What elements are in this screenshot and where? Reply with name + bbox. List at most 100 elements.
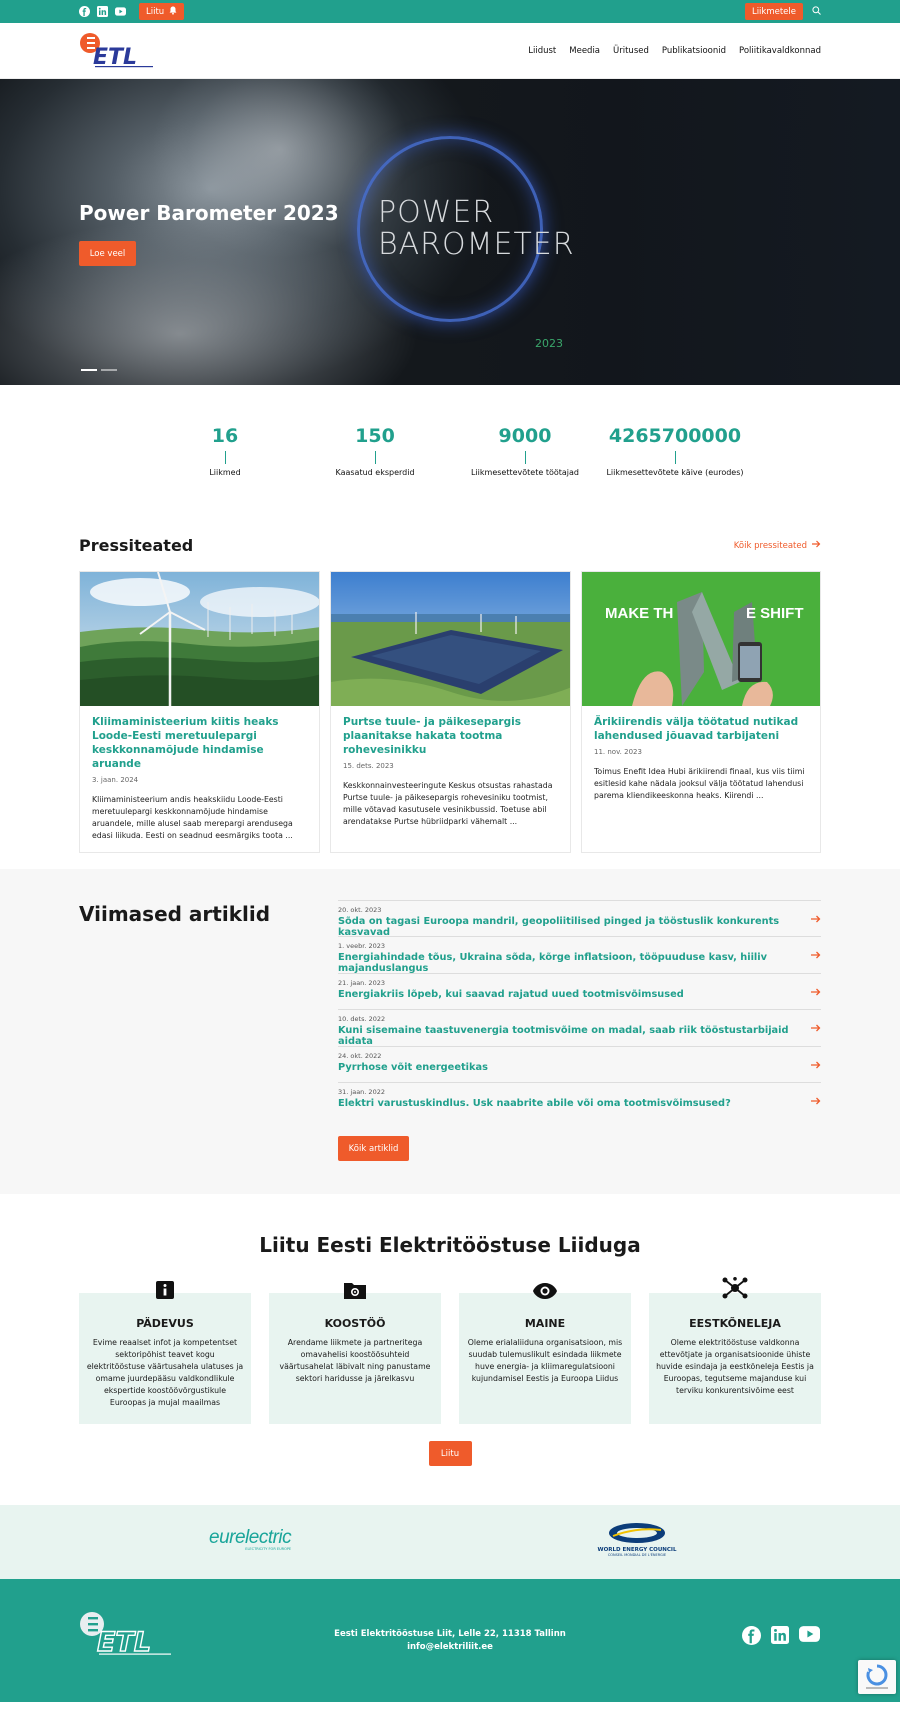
- feature-name: KOOSTÖÖ: [324, 1317, 386, 1330]
- all-press-label: Kõik pressiteated: [733, 540, 807, 551]
- arrow-right-icon[interactable]: [811, 951, 821, 962]
- articles-title: Viimased artiklid: [79, 902, 271, 926]
- press-card[interactable]: Kliimaministeerium kiitis heaks Loode-Ee…: [79, 571, 320, 853]
- youtube-icon[interactable]: [799, 1626, 820, 1648]
- stat-value: 150: [355, 425, 395, 447]
- nav-item-poliitikavaldkonnad[interactable]: Poliitikavaldkonnad: [739, 46, 821, 56]
- press-card-title[interactable]: Ärikiirendis välja töötatud nutikad lahe…: [594, 715, 808, 743]
- all-articles-button[interactable]: Kõik artiklid: [338, 1136, 409, 1162]
- stat-label: Liikmesettevõtete käive (eurodes): [606, 468, 744, 477]
- linkedin-icon[interactable]: [97, 6, 108, 17]
- stat-item: 9000 Liikmesettevõtete töötajad: [450, 425, 600, 495]
- stat-item: 16 Liikmed: [150, 425, 300, 495]
- slider-dot[interactable]: [81, 369, 97, 371]
- feature-name: PÄDEVUS: [136, 1317, 194, 1330]
- stats-section: 16 Liikmed 150 Kaasatud eksperdid 9000 L…: [0, 385, 900, 495]
- feature-text: Oleme erialaliiduna organisatsioon, mis …: [467, 1338, 623, 1383]
- solar-park-image: [331, 572, 570, 706]
- partners-strip: eurelectric ELECTRICITY FOR EUROPE WORLD…: [0, 1505, 900, 1579]
- article-title[interactable]: Sõda on tagasi Euroopa mandril, geopolii…: [338, 916, 821, 938]
- arrow-right-icon[interactable]: [811, 988, 821, 999]
- feature-text: Oleme elektritööstuse valdkonna ettevõtj…: [656, 1338, 814, 1395]
- feature-card: EESTKÕNELEJA Oleme elektritööstuse valdk…: [649, 1277, 821, 1424]
- main-nav: Liidust Meedia Üritused Publikatsioonid …: [528, 46, 821, 56]
- articles-section: Viimased artiklid 20. okt. 2023 Sõda on …: [0, 869, 900, 1194]
- wec-globe-icon: [609, 1523, 665, 1543]
- press-card-title[interactable]: Purtse tuule- ja päikesepargis plaanitak…: [343, 715, 558, 757]
- recaptcha-badge[interactable]: [858, 1660, 896, 1694]
- article-item[interactable]: 31. jaan. 2022 Elektri varustuskindlus. …: [338, 1081, 821, 1118]
- world-energy-council-logo[interactable]: WORLD ENERGY COUNCIL CONSEIL MONDIAL DE …: [591, 1522, 683, 1557]
- press-card-title[interactable]: Kliimaministeerium kiitis heaks Loode-Ee…: [92, 715, 307, 771]
- arrow-right-icon[interactable]: [811, 915, 821, 926]
- top-social-links: Liitu: [79, 3, 185, 20]
- article-item[interactable]: 24. okt. 2022 Pyrrhose võit energeetikas: [338, 1045, 821, 1082]
- stat-value: 4265700000: [608, 425, 742, 447]
- press-card[interactable]: Purtse tuule- ja päikesepargis plaanitak…: [330, 571, 571, 853]
- article-item[interactable]: 1. veebr. 2023 Energiahindade tõus, Ukra…: [338, 936, 821, 974]
- feature-text: Arendame liikmete ja partneritega omavah…: [279, 1338, 431, 1383]
- nav-item-liidust[interactable]: Liidust: [528, 46, 556, 56]
- press-section: Pressiteated Kõik pressiteated Kliimamin…: [0, 495, 900, 853]
- search-icon[interactable]: [812, 5, 821, 18]
- articles-list: 20. okt. 2023 Sõda on tagasi Euroopa man…: [338, 900, 821, 1162]
- youtube-icon[interactable]: [115, 6, 126, 17]
- stat-divider: [524, 451, 526, 464]
- nav-item-publikatsioonid[interactable]: Publikatsioonid: [662, 46, 726, 56]
- all-press-link[interactable]: Kõik pressiteated: [734, 540, 821, 551]
- article-item[interactable]: 20. okt. 2023 Sõda on tagasi Euroopa man…: [338, 900, 821, 938]
- article-date: 1. veebr. 2023: [338, 942, 385, 951]
- article-title[interactable]: Pyrrhose võit energeetikas: [338, 1062, 821, 1073]
- join-title: Liitu Eesti Elektritööstuse Liiduga: [259, 1233, 641, 1257]
- hero-graphic-year: 2023: [535, 337, 563, 350]
- hero-slider: POWER BAROMETER 2023 Power Barometer 202…: [0, 79, 900, 385]
- nav-item-meedia[interactable]: Meedia: [569, 46, 600, 56]
- arrow-right-icon[interactable]: [811, 1061, 821, 1072]
- linkedin-icon[interactable]: [771, 1626, 789, 1648]
- hero-graphic-power: POWER: [378, 195, 495, 230]
- article-date: 10. dets. 2022: [338, 1015, 386, 1024]
- stat-item: 4265700000 Liikmesettevõtete käive (euro…: [600, 425, 750, 495]
- recaptcha-icon: [866, 1664, 888, 1689]
- join-button[interactable]: Liitu: [428, 1441, 472, 1466]
- etl-logo[interactable]: ETL: [79, 31, 157, 71]
- press-title: Pressiteated: [79, 536, 194, 555]
- stat-label: Liikmesettevõtete töötajad: [471, 468, 579, 477]
- article-item[interactable]: 10. dets. 2022 Kuni sisemaine taastuvene…: [338, 1009, 821, 1047]
- eurelectric-wordmark: eurelectric: [209, 1527, 292, 1548]
- nav-item-uritused[interactable]: Üritused: [613, 46, 649, 56]
- arrow-right-icon: [812, 540, 821, 551]
- image-text-left: MAKE TH: [605, 605, 674, 622]
- stat-divider: [374, 451, 376, 464]
- article-date: 24. okt. 2022: [338, 1051, 382, 1060]
- article-title[interactable]: Energiakriis lõpeb, kui saavad rajatud u…: [338, 989, 821, 1000]
- arrow-right-icon[interactable]: [811, 1097, 821, 1108]
- article-date: 21. jaan. 2023: [338, 978, 385, 987]
- press-card[interactable]: MAKE TH E SHIFT Ärikiirendis välja tööta…: [581, 571, 821, 853]
- facebook-icon[interactable]: [742, 1626, 761, 1648]
- feature-card: MAINE Oleme erialaliiduna organisatsioon…: [459, 1277, 631, 1424]
- read-more-button[interactable]: Loe veel: [79, 241, 136, 266]
- press-card-date: 3. jaan. 2024: [92, 776, 139, 784]
- article-title[interactable]: Kuni sisemaine taastuvenergia tootmisvõi…: [338, 1025, 821, 1047]
- slider-dot[interactable]: [101, 369, 117, 371]
- stat-value: 9000: [498, 425, 552, 447]
- arrow-right-icon[interactable]: [811, 1024, 821, 1035]
- facebook-icon[interactable]: [79, 6, 90, 17]
- article-title[interactable]: Elektri varustuskindlus. Usk naabrite ab…: [338, 1098, 821, 1109]
- eurelectric-logo[interactable]: eurelectric ELECTRICITY FOR EUROPE: [209, 1527, 292, 1551]
- wind-farm-image: [80, 572, 319, 706]
- press-card-excerpt: Toimus Enefit Idea Hubi ärikiirendi fina…: [594, 767, 805, 800]
- stat-divider: [224, 451, 226, 464]
- image-text-right: E SHIFT: [746, 605, 804, 622]
- join-top-button[interactable]: Liitu: [139, 3, 185, 20]
- article-title[interactable]: Energiahindade tõus, Ukraina sõda, kõrge…: [338, 952, 821, 974]
- join-section: Liitu Eesti Elektritööstuse Liiduga PÄDE…: [0, 1194, 900, 1505]
- stat-divider: [674, 451, 676, 464]
- wec-subname: CONSEIL MONDIAL DE L'ÉNERGIE: [607, 1553, 667, 1557]
- press-card-excerpt: Keskkonnainvesteeringute Keskus otsustas…: [343, 781, 553, 826]
- footer-social-links: [742, 1626, 820, 1648]
- article-item[interactable]: 21. jaan. 2023 Energiakriis lõpeb, kui s…: [338, 972, 821, 1009]
- members-button[interactable]: Liikmetele: [744, 3, 803, 20]
- join-top-label: Liitu: [146, 6, 165, 17]
